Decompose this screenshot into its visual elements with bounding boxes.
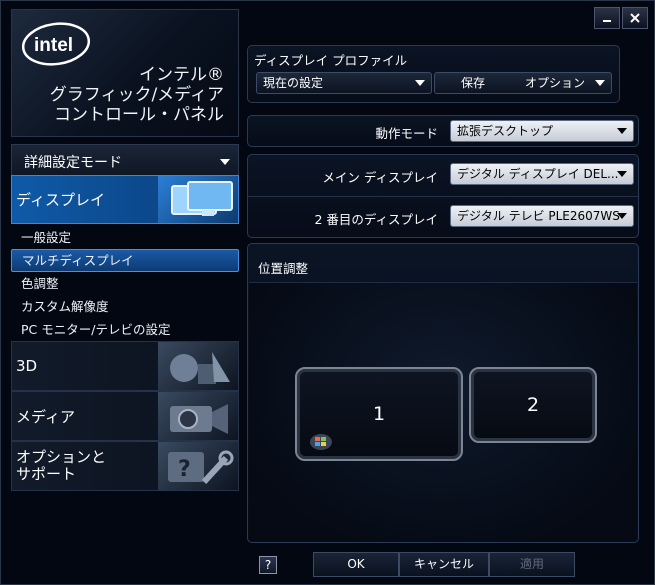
apply-button[interactable]: 適用 xyxy=(489,552,575,577)
help-wrench-icon: ? xyxy=(158,442,238,490)
left-panel: intel インテル® グラフィック/メディア コントロール・パネル 詳細設定モ… xyxy=(11,9,239,491)
chevron-down-icon xyxy=(617,213,627,219)
windows-logo-icon xyxy=(310,434,332,450)
question-icon: ? xyxy=(264,558,272,572)
chevron-down-icon xyxy=(220,159,230,165)
close-button[interactable] xyxy=(622,7,648,29)
minimize-button[interactable] xyxy=(594,7,620,29)
brand-title-line: インテル® xyxy=(139,65,224,85)
profile-actions: 保存 オプション xyxy=(434,72,612,94)
submenu-custom-resolution[interactable]: カスタム解像度 xyxy=(11,295,239,318)
camera-icon xyxy=(158,392,238,440)
positioning-group: 位置調整 1 2 xyxy=(247,243,639,543)
monitor-2-number: 2 xyxy=(526,394,540,416)
window-controls xyxy=(592,7,648,29)
submenu-pc-monitor-tv[interactable]: PC モニター/テレビの設定 xyxy=(11,318,239,341)
main-display-dropdown[interactable]: デジタル ディスプレイ DEL... xyxy=(450,163,634,185)
close-icon xyxy=(630,13,640,23)
submenu-color[interactable]: 色調整 xyxy=(11,272,239,295)
chevron-down-icon xyxy=(617,171,627,177)
operation-mode-label: 動作モード xyxy=(375,126,438,141)
chevron-down-icon xyxy=(415,80,425,86)
category-media[interactable]: メディア xyxy=(11,391,239,441)
second-display-dropdown[interactable]: デジタル テレビ PLE2607WS xyxy=(450,205,634,227)
brand-title-line: コントロール・パネル xyxy=(54,105,224,125)
operation-mode-dropdown[interactable]: 拡張デスクトップ xyxy=(450,120,634,142)
operation-mode-value: 拡張デスクトップ xyxy=(457,124,554,138)
intel-logo-icon: intel xyxy=(21,22,91,66)
profile-dropdown[interactable]: 現在の設定 xyxy=(256,72,432,94)
category-media-label: メディア xyxy=(16,407,75,426)
monitor-1-number: 1 xyxy=(372,403,386,425)
mode-selector-label: 詳細設定モード xyxy=(24,155,122,171)
svg-text:?: ? xyxy=(178,457,191,482)
profile-save-button[interactable]: 保存 xyxy=(461,73,485,93)
svg-text:intel: intel xyxy=(34,35,73,56)
minimize-icon xyxy=(603,20,611,22)
monitor-1[interactable]: 1 xyxy=(295,367,463,461)
positioning-title: 位置調整 xyxy=(258,261,309,276)
brand-header: intel インテル® グラフィック/メディア コントロール・パネル xyxy=(11,9,239,137)
profile-options-button[interactable]: オプション xyxy=(525,73,585,93)
profile-title: ディスプレイ プロファイル xyxy=(254,53,408,68)
display-icon xyxy=(158,176,238,223)
control-panel-window: intel インテル® グラフィック/メディア コントロール・パネル 詳細設定モ… xyxy=(0,0,655,585)
chevron-down-icon xyxy=(595,80,605,86)
divider xyxy=(248,196,638,197)
ok-button[interactable]: OK xyxy=(313,552,399,577)
cancel-button[interactable]: キャンセル xyxy=(399,552,489,577)
submenu-multi-display[interactable]: マルチディスプレイ xyxy=(11,249,239,272)
category-options-label: オプションと サポート xyxy=(16,449,106,483)
display-profile-group: ディスプレイ プロファイル 現在の設定 保存 オプション xyxy=(247,45,620,103)
brand-title-line: グラフィック/メディア xyxy=(49,85,224,105)
chevron-down-icon xyxy=(617,128,627,134)
category-display-label: ディスプレイ xyxy=(16,191,105,209)
submenu-general[interactable]: 一般設定 xyxy=(11,226,239,249)
main-display-label: メイン ディスプレイ xyxy=(322,170,438,185)
operation-mode-row: 動作モード 拡張デスクトップ xyxy=(247,115,639,147)
category-3d[interactable]: 3D xyxy=(11,341,239,391)
help-button[interactable]: ? xyxy=(259,556,277,574)
second-display-value: デジタル テレビ PLE2607WS xyxy=(457,209,620,223)
second-display-label: 2 番目のディスプレイ xyxy=(314,212,438,227)
positioning-canvas: 1 2 xyxy=(249,282,637,541)
category-options-label-line: サポート xyxy=(16,465,77,483)
brand-title: インテル® グラフィック/メディア コントロール・パネル xyxy=(50,65,224,125)
display-selection-group: メイン ディスプレイ デジタル ディスプレイ DEL... 2 番目のディスプレ… xyxy=(247,154,639,238)
profile-dropdown-value: 現在の設定 xyxy=(263,76,324,90)
category-3d-label: 3D xyxy=(16,357,38,375)
3d-shapes-icon xyxy=(158,342,238,390)
category-options-label-line: オプションと xyxy=(16,448,107,466)
monitor-2[interactable]: 2 xyxy=(469,367,597,443)
category-options-support[interactable]: オプションと サポート ? xyxy=(11,441,239,491)
main-display-value: デジタル ディスプレイ DEL... xyxy=(457,167,619,181)
display-submenu: 一般設定 マルチディスプレイ 色調整 カスタム解像度 PC モニター/テレビの設… xyxy=(11,226,239,341)
category-display[interactable]: ディスプレイ xyxy=(11,175,239,224)
